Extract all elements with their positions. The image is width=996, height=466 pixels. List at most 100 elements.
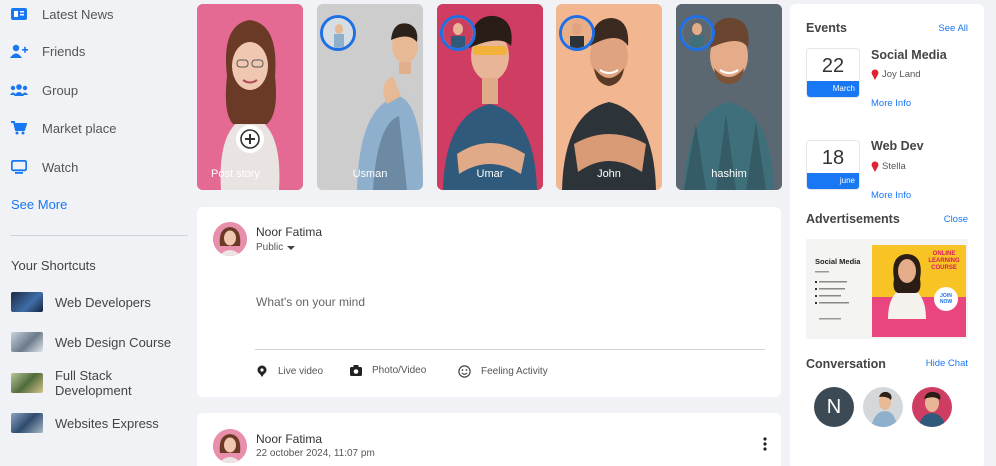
conversation-title: Conversation <box>806 357 886 371</box>
group-icon <box>10 81 28 99</box>
shortcut-label: Web Design Course <box>55 334 172 350</box>
ad-tagline: ONLINE LEARNING COURSE <box>928 251 960 271</box>
plus-icon <box>240 129 260 149</box>
shortcut-thumbnail <box>11 292 43 312</box>
monitor-icon <box>10 158 28 176</box>
sidebar-item-label: Group <box>42 82 79 98</box>
chat-contact[interactable]: N <box>814 387 854 427</box>
sidebar-item-label: Latest News <box>42 6 114 22</box>
right-panel: Events See All 22 March Social Media Joy… <box>790 4 984 466</box>
sidebar-item-group[interactable]: Group <box>10 78 78 102</box>
ad-heading: Social Media <box>815 257 861 266</box>
sidebar-item-latest-news[interactable]: Latest News <box>10 2 114 26</box>
action-label: Photo/Video <box>372 365 427 376</box>
story-avatar <box>679 15 715 51</box>
sidebar-item-label: Watch <box>42 159 79 175</box>
avatar[interactable] <box>213 429 247 463</box>
shortcut-thumbnail <box>11 332 43 352</box>
contact-avatar <box>912 387 952 427</box>
story-avatar <box>559 15 595 51</box>
story-name: John <box>597 168 621 180</box>
ad-bullets <box>815 271 849 320</box>
caret-down-icon <box>287 245 296 250</box>
shortcut-label: Websites Express <box>55 415 159 431</box>
close-ads-link[interactable]: Close <box>944 214 968 225</box>
more-info-link[interactable]: More Info <box>871 98 911 109</box>
contact-avatar <box>863 387 903 427</box>
event-title: Social Media <box>871 48 947 62</box>
shortcut-websites-express[interactable]: Websites Express <box>11 413 159 433</box>
event-month: june <box>807 173 859 189</box>
action-label: Feeling Activity <box>481 366 548 377</box>
see-more-link[interactable]: See More <box>11 197 67 212</box>
shopping-cart-icon <box>10 119 28 137</box>
photo-video-button[interactable]: Photo/Video <box>350 365 426 376</box>
add-friend-icon <box>10 42 28 60</box>
feeling-activity-button[interactable]: Feeling Activity <box>458 365 548 378</box>
composer-input[interactable]: What's on your mind <box>256 295 365 309</box>
sidebar-item-label: Friends <box>42 43 86 59</box>
event-location: Stella <box>871 161 906 172</box>
event-month: March <box>807 81 859 97</box>
story-card-usman[interactable]: Usman <box>317 4 423 190</box>
advertisements-title: Advertisements <box>806 212 900 226</box>
post-timestamp: 22 october 2024, 11:07 pm <box>256 448 375 459</box>
composer-user-name[interactable]: Noor Fatima <box>256 225 322 239</box>
shortcut-thumbnail <box>11 373 43 393</box>
sidebar-item-watch[interactable]: Watch <box>10 155 78 179</box>
advertisement-banner[interactable]: Social Media ONLINE LEARNING COURSE JOIN… <box>806 239 968 339</box>
chat-contact[interactable] <box>863 387 903 427</box>
sidebar-item-friends[interactable]: Friends <box>10 39 85 63</box>
add-story-button[interactable] <box>236 125 264 153</box>
shortcut-label: Web Developers <box>55 294 151 310</box>
camera-icon <box>350 365 362 376</box>
event-location-label: Joy Land <box>882 69 921 80</box>
story-card-post[interactable]: Post story <box>197 4 303 190</box>
story-avatar <box>440 15 476 51</box>
divider <box>10 235 188 236</box>
sidebar-item-market-place[interactable]: Market place <box>10 116 116 140</box>
event-location: Joy Land <box>871 69 921 80</box>
shortcut-thumbnail <box>11 413 43 433</box>
audience-label: Public <box>256 242 284 253</box>
story-name: Umar <box>476 168 504 180</box>
shortcut-web-developers[interactable]: Web Developers <box>11 292 151 312</box>
story-avatar <box>320 15 356 51</box>
story-name: Usman <box>352 168 388 180</box>
action-label: Live video <box>278 365 324 377</box>
post-user-name[interactable]: Noor Fatima <box>256 432 322 446</box>
shortcut-full-stack-development[interactable]: Full Stack Development <box>11 368 192 398</box>
hide-chat-link[interactable]: Hide Chat <box>926 358 968 369</box>
left-sidebar: Latest News Friends Group Market place W… <box>0 0 192 466</box>
live-video-icon <box>256 365 268 377</box>
divider <box>255 349 765 350</box>
events-title: Events <box>806 21 847 35</box>
see-all-link[interactable]: See All <box>938 23 968 34</box>
avatar[interactable] <box>213 222 247 256</box>
more-info-link[interactable]: More Info <box>871 190 911 201</box>
event-date: 18 june <box>806 140 860 190</box>
ad-join-badge: JOIN NOW <box>934 287 958 311</box>
shortcut-web-design-course[interactable]: Web Design Course <box>11 332 171 352</box>
post-composer: Noor Fatima Public What's on your mind L… <box>197 207 781 397</box>
event-date: 22 March <box>806 48 860 98</box>
story-card-hashim[interactable]: hashim <box>676 4 782 190</box>
newspaper-icon <box>10 5 28 23</box>
event-location-label: Stella <box>882 161 906 172</box>
story-photo <box>197 4 303 190</box>
event-title: Web Dev <box>871 139 924 153</box>
chat-contact[interactable] <box>912 387 952 427</box>
post-card: Noor Fatima 22 october 2024, 11:07 pm <box>197 413 781 466</box>
event-day: 22 <box>821 55 845 77</box>
location-pin-icon <box>871 69 879 80</box>
audience-selector[interactable]: Public <box>256 242 296 253</box>
location-pin-icon <box>871 161 879 172</box>
contact-initial: N <box>826 395 842 418</box>
story-card-john[interactable]: John <box>556 4 662 190</box>
story-card-umar[interactable]: Umar <box>437 4 543 190</box>
live-video-button[interactable]: Live video <box>256 365 323 377</box>
story-name: hashim <box>711 168 747 180</box>
smiley-icon <box>458 365 471 378</box>
more-options-icon[interactable] <box>763 437 767 456</box>
sidebar-item-label: Market place <box>42 120 117 136</box>
